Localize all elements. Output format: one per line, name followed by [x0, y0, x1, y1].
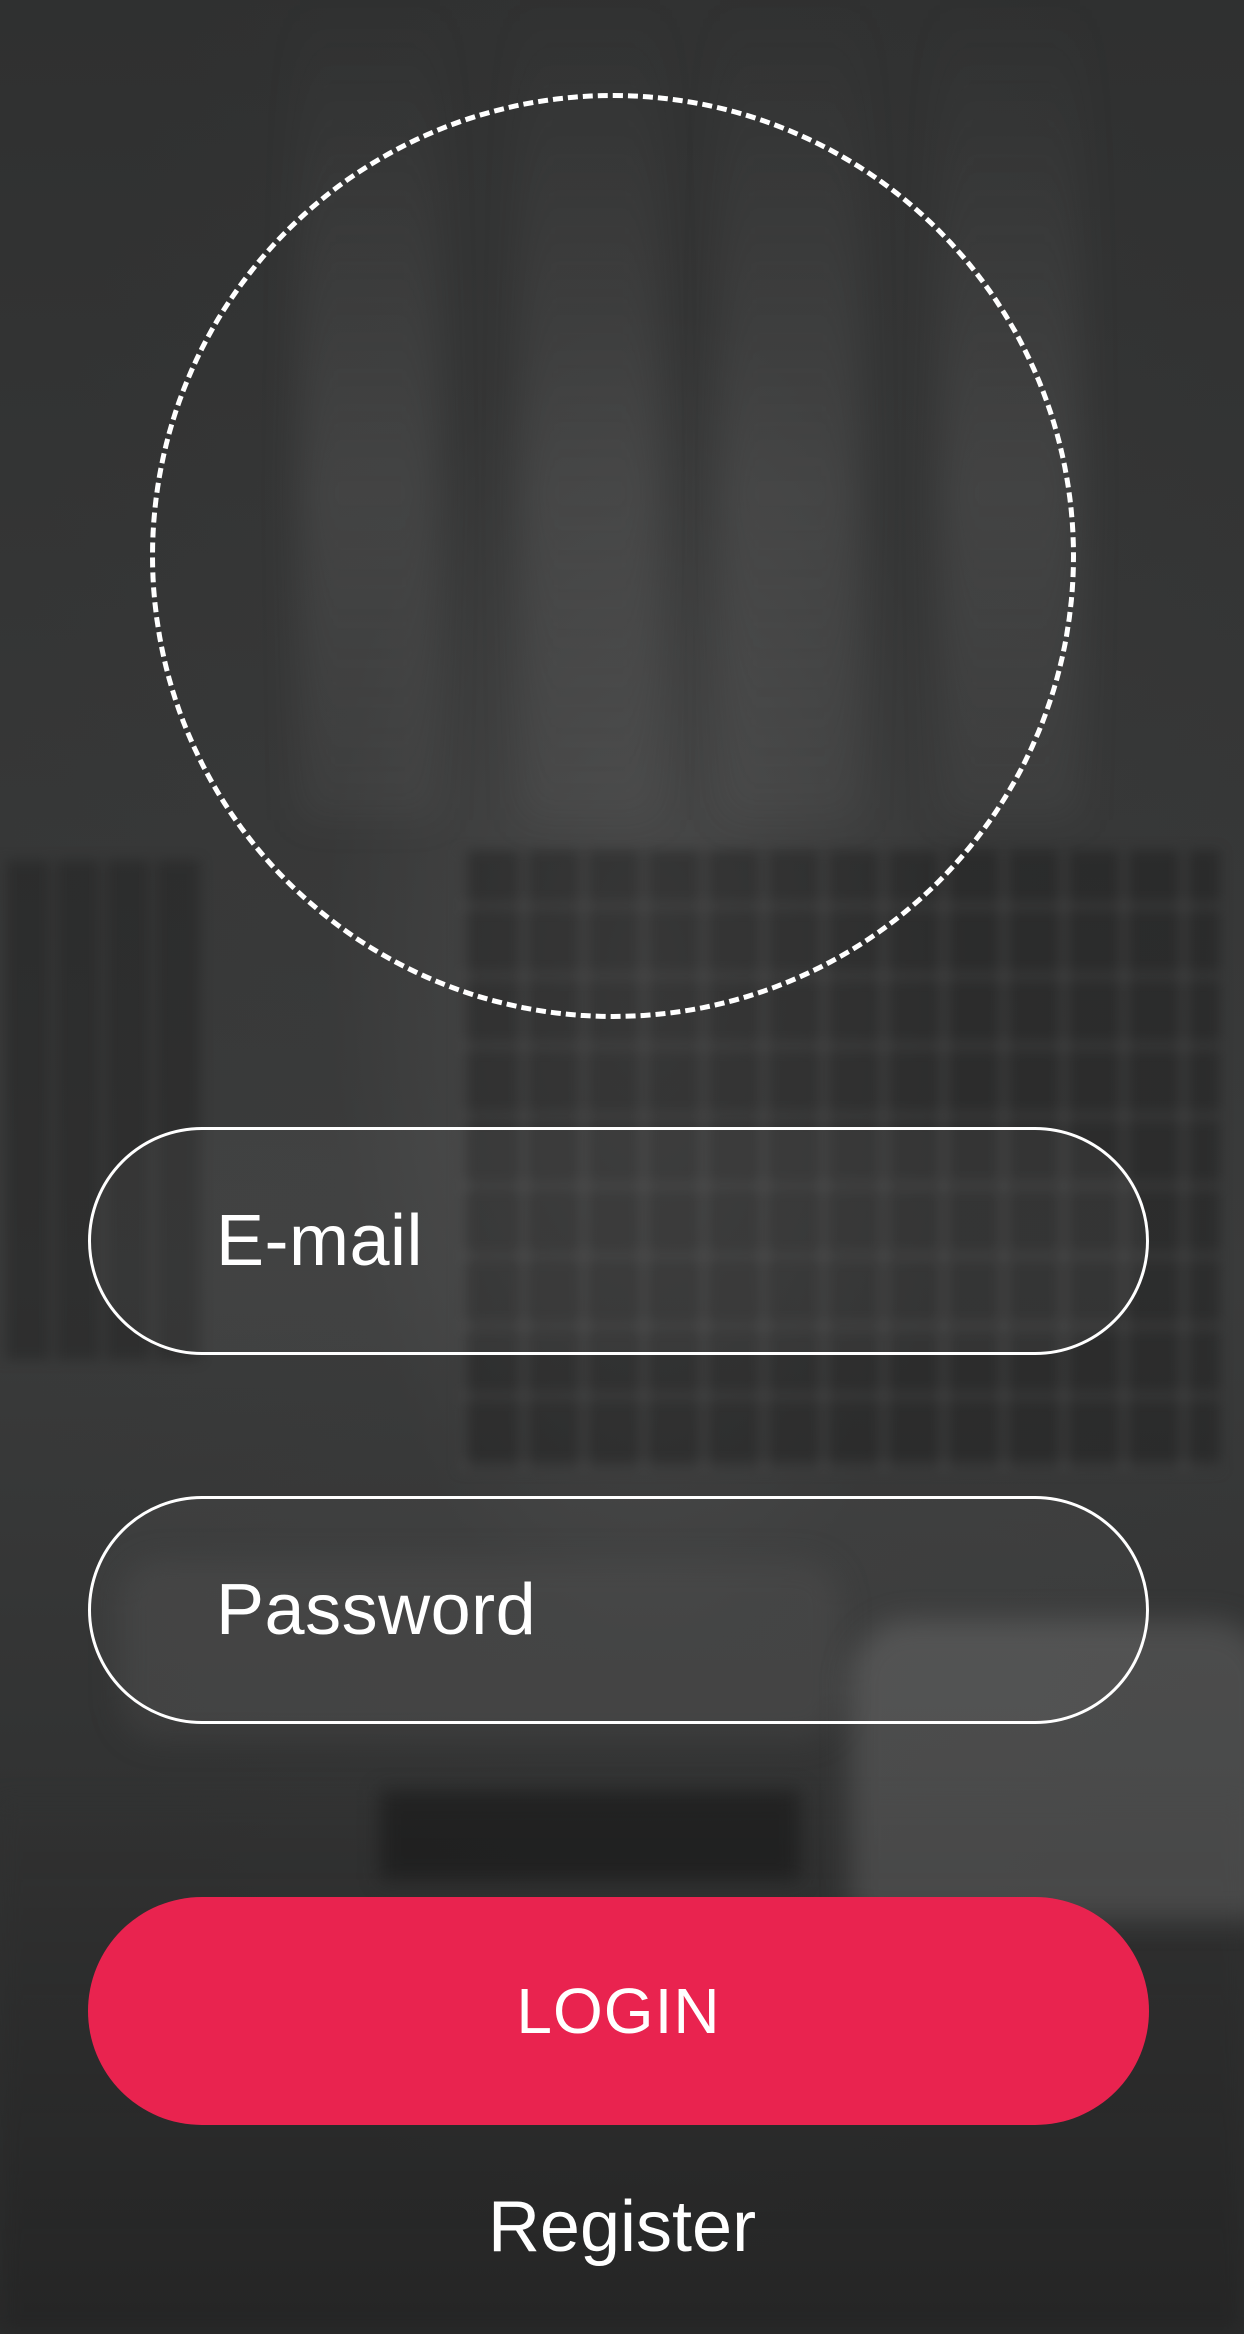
login-screen: E-mail Password LOGIN Register [0, 0, 1244, 2334]
background-table [380, 1790, 800, 1880]
register-link[interactable]: Register [0, 2187, 1244, 2267]
login-button[interactable]: LOGIN [88, 1897, 1149, 2125]
email-placeholder: E-mail [216, 1201, 424, 1281]
password-field[interactable]: Password [88, 1496, 1149, 1724]
email-field[interactable]: E-mail [88, 1127, 1149, 1355]
password-placeholder: Password [216, 1570, 537, 1650]
avatar-placeholder[interactable] [150, 93, 1076, 1019]
login-button-label: LOGIN [516, 1975, 721, 2047]
